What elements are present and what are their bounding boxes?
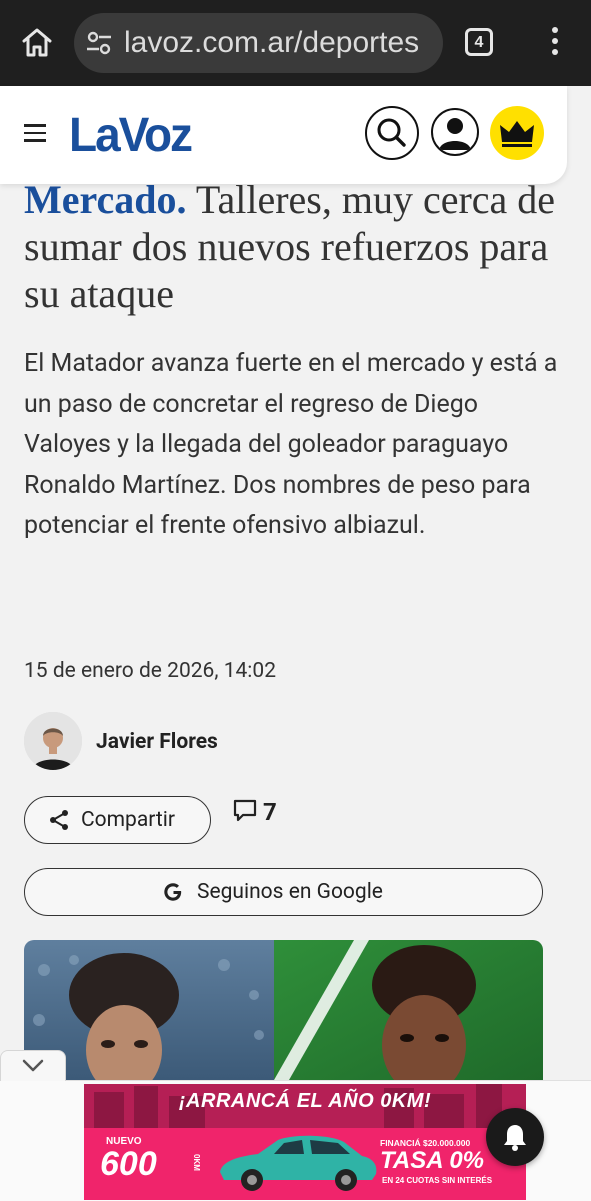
account-button[interactable] (431, 108, 479, 156)
hamburger-icon[interactable] (24, 124, 46, 144)
google-label: Seguinos en Google (197, 880, 383, 904)
ad-collapse-button[interactable] (0, 1050, 66, 1081)
site-header: LaVoz (0, 86, 567, 184)
ad-headline: ¡ARRANCÁ EL AÑO 0KM! (178, 1090, 432, 1112)
home-button[interactable] (18, 24, 56, 62)
chevron-down-icon (22, 1059, 44, 1072)
share-label: Compartir (81, 808, 175, 832)
home-icon (22, 28, 52, 57)
article-hero-image[interactable] (24, 940, 543, 1080)
overflow-menu-icon[interactable] (548, 27, 562, 59)
ad-installments: EN 24 CUOTAS SIN INTERÉS (382, 1176, 493, 1185)
crown-icon (500, 121, 534, 147)
notifications-button[interactable] (486, 1108, 544, 1166)
follow-google-button[interactable]: Seguinos en Google (24, 868, 543, 916)
browser-toolbar: lavoz.com.ar/deportes 4 (0, 0, 591, 86)
user-icon (439, 118, 471, 150)
google-g-icon (164, 883, 182, 901)
ad-price: 600 (100, 1145, 157, 1183)
ad-price-suffix: 0KM (192, 1154, 201, 1171)
premium-button[interactable] (490, 106, 544, 160)
ad-rate: TASA 0% (380, 1147, 485, 1174)
site-logo[interactable]: LaVoz (69, 105, 193, 164)
author-avatar[interactable] (24, 712, 82, 770)
article-headline: Mercado. Talleres, muy cerca de sumar do… (24, 176, 569, 317)
url-text[interactable]: lavoz.com.ar/deportes (124, 25, 419, 61)
author-name[interactable]: Javier Flores (96, 728, 218, 756)
ad-banner[interactable]: ¡ARRANCÁ EL AÑO 0KM! NUEVO 600 0KM FINAN… (84, 1084, 526, 1200)
tab-switcher-icon[interactable]: 4 (465, 28, 493, 56)
site-settings-icon[interactable] (86, 31, 112, 55)
search-icon (377, 118, 406, 147)
publish-date: 15 de enero de 2026, 14:02 (24, 659, 276, 683)
ad-car-image (220, 1135, 377, 1191)
bell-icon (504, 1125, 526, 1151)
comment-count: 7 (263, 798, 277, 826)
address-bar[interactable]: lavoz.com.ar/deportes (74, 13, 443, 73)
share-icon (50, 810, 68, 830)
search-button[interactable] (365, 106, 419, 160)
comment-icon (233, 799, 257, 822)
share-button[interactable]: Compartir (24, 796, 211, 844)
article-lead: El Matador avanza fuerte en el mercado y… (24, 349, 558, 540)
